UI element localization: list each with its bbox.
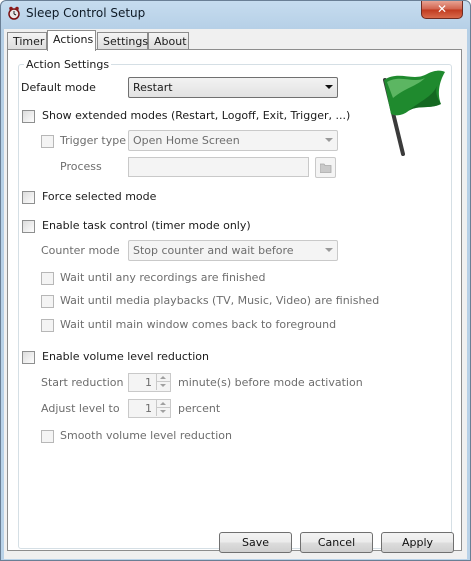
close-button[interactable]: ✕ [421, 1, 463, 19]
spin-up-icon[interactable] [156, 374, 170, 382]
chevron-down-icon [325, 85, 333, 89]
adjust-level-value: 1 [145, 402, 152, 415]
default-mode-select[interactable]: Restart [128, 77, 338, 98]
start-reduction-label: Start reduction [41, 376, 124, 389]
spin-up-icon[interactable] [156, 400, 170, 408]
tab-settings[interactable]: Settings [97, 32, 148, 50]
volume-reduction-label: Enable volume level reduction [42, 350, 209, 363]
smooth-reduction-checkbox[interactable] [41, 430, 54, 443]
force-mode-checkbox[interactable] [22, 191, 35, 204]
adjust-level-stepper[interactable]: 1 [128, 399, 171, 418]
tab-actions[interactable]: Actions [47, 30, 96, 51]
wait-playbacks-checkbox[interactable] [41, 295, 54, 308]
task-control-label: Enable task control (timer mode only) [42, 219, 251, 232]
counter-mode-select[interactable]: Stop counter and wait before [128, 240, 338, 261]
dialog-client: Timer Actions Settings About Action Sett… [4, 29, 467, 559]
apply-button[interactable]: Apply [381, 532, 454, 553]
volume-reduction-checkbox[interactable] [22, 351, 35, 364]
force-mode-label: Force selected mode [42, 190, 157, 203]
wait-playbacks-label: Wait until media playbacks (TV, Music, V… [60, 294, 380, 307]
title-bar: Sleep Control Setup ✕ [1, 1, 470, 26]
trigger-type-value: Open Home Screen [133, 134, 240, 147]
process-label: Process [60, 160, 102, 173]
start-reduction-value: 1 [145, 376, 152, 389]
group-title: Action Settings [24, 58, 112, 71]
process-input[interactable] [128, 157, 309, 177]
trigger-type-label: Trigger type [60, 134, 127, 147]
default-mode-label: Default mode [21, 81, 96, 94]
cancel-button[interactable]: Cancel [300, 532, 373, 553]
trigger-type-checkbox[interactable] [41, 135, 54, 148]
adjust-level-suffix: percent [178, 402, 221, 415]
spin-down-icon[interactable] [156, 408, 170, 416]
wait-foreground-label: Wait until main window comes back to for… [60, 318, 337, 331]
trigger-type-select[interactable]: Open Home Screen [128, 130, 338, 151]
chevron-down-icon [325, 248, 333, 252]
task-control-checkbox[interactable] [22, 220, 35, 233]
chevron-down-icon [325, 138, 333, 142]
smooth-reduction-label: Smooth volume level reduction [60, 429, 232, 442]
start-reduction-stepper[interactable]: 1 [128, 373, 171, 392]
action-settings-group: Action Settings Default mode Restart Sho… [18, 58, 452, 549]
save-button[interactable]: Save [219, 532, 292, 553]
folder-icon [320, 163, 332, 173]
close-icon: ✕ [436, 2, 448, 16]
wait-recordings-checkbox[interactable] [41, 272, 54, 285]
default-mode-value: Restart [133, 81, 173, 94]
start-reduction-suffix: minute(s) before mode activation [178, 376, 363, 389]
adjust-level-label: Adjust level to [41, 402, 120, 415]
sleep-control-app-icon [8, 6, 20, 20]
extended-modes-label: Show extended modes (Restart, Logoff, Ex… [42, 109, 351, 122]
extended-modes-checkbox[interactable] [22, 110, 35, 123]
tab-about[interactable]: About [148, 32, 189, 50]
window: Sleep Control Setup ✕ Timer Actions Sett… [0, 0, 471, 561]
wait-recordings-label: Wait until any recordings are finished [60, 271, 266, 284]
tab-timer[interactable]: Timer [7, 32, 47, 50]
spin-down-icon[interactable] [156, 382, 170, 390]
actions-tab-page: Action Settings Default mode Restart Sho… [7, 49, 462, 551]
counter-mode-value: Stop counter and wait before [133, 244, 294, 257]
counter-mode-label: Counter mode [41, 244, 120, 257]
window-title: Sleep Control Setup [26, 6, 146, 20]
green-flag-icon [383, 70, 445, 156]
browse-process-button[interactable] [315, 157, 336, 178]
wait-foreground-checkbox[interactable] [41, 319, 54, 332]
